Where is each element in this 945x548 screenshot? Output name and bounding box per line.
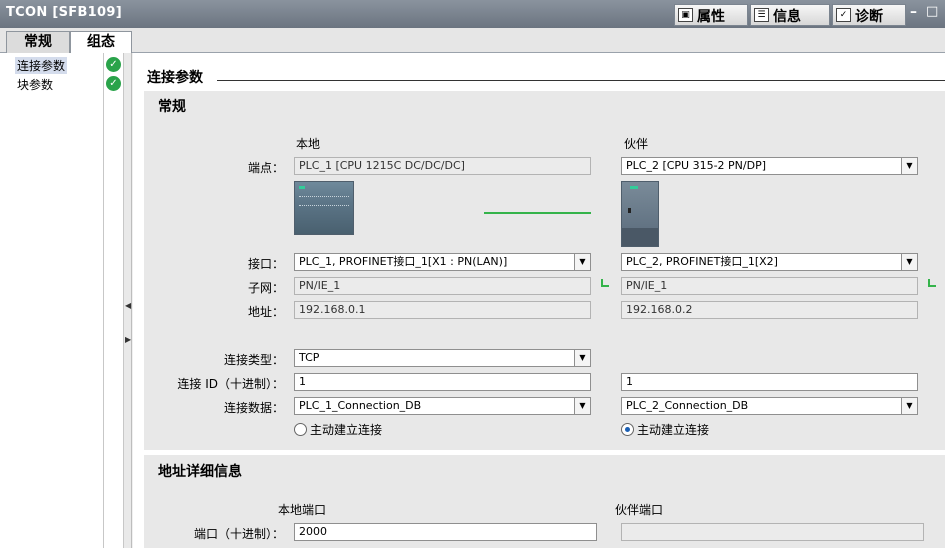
local-interface-value: PLC_1, PROFINET接口_1[X1 : PN(LAN)] <box>299 255 508 268</box>
diagnostics-icon: ✓ <box>836 8 851 22</box>
plc1-device-image <box>294 181 354 235</box>
chevron-down-icon[interactable]: ▼ <box>574 398 590 414</box>
title-bar: TCON [SFB109] ▣ 属性 ☰ 信息 i ✓ 诊断 – □ <box>0 0 945 42</box>
expand-right-icon[interactable]: ▶ <box>125 335 131 344</box>
endpoint-label: 端点： <box>247 161 284 175</box>
partner-port-header: 伙伴端口 <box>615 503 664 517</box>
tab-general[interactable]: 常规 <box>6 31 70 53</box>
general-group-title: 常规 <box>158 99 186 115</box>
nav-item-connection-params[interactable]: 连接参数 <box>15 57 68 74</box>
local-subnet-field: PN/IE_1 <box>294 277 591 295</box>
local-address-field: 192.168.0.1 <box>294 301 591 319</box>
partner-connection-id-input[interactable]: 1 <box>621 373 918 391</box>
network-port-icon <box>928 279 936 287</box>
collapse-icon[interactable]: – <box>910 4 926 22</box>
radio-unchecked-icon[interactable] <box>294 423 307 436</box>
content-panel: 连接参数 常规 本地 伙伴 端点： PLC_1 [CPU 1215C DC/DC… <box>133 53 945 548</box>
partner-subnet-field: PN/IE_1 <box>621 277 918 295</box>
partner-endpoint-value: PLC_2 [CPU 315-2 PN/DP] <box>626 159 767 172</box>
connection-type-select[interactable]: TCP ▼ <box>294 349 591 367</box>
partner-address-field: 192.168.0.2 <box>621 301 918 319</box>
collapse-left-icon[interactable]: ◀ <box>125 301 131 310</box>
plc2-device-image <box>621 181 659 247</box>
tab-properties-label: 属性 <box>697 9 725 25</box>
tab-info-label: 信息 <box>773 9 801 25</box>
partner-connection-data-value: PLC_2_Connection_DB <box>626 399 749 412</box>
tab-configuration[interactable]: 组态 <box>70 31 132 54</box>
tab-properties[interactable]: ▣ 属性 <box>674 4 748 26</box>
ok-check-icon: ✓ <box>106 76 121 91</box>
local-header: 本地 <box>296 137 321 151</box>
address-details-title: 地址详细信息 <box>158 464 242 480</box>
section-tab-row: 常规 组态 <box>0 28 945 54</box>
local-active-connection-radio[interactable]: 主动建立连接 <box>294 421 382 438</box>
properties-icon: ▣ <box>678 8 693 22</box>
partner-interface-select[interactable]: PLC_2, PROFINET接口_1[X2] ▼ <box>621 253 918 271</box>
info-tab-icon: ☰ <box>754 8 769 22</box>
tab-diagnostics-label: 诊断 <box>855 9 883 25</box>
tab-info[interactable]: ☰ 信息 i <box>750 4 830 42</box>
address-details-group: 地址详细信息 本地端口 伙伴端口 端口（十进制）： 2000 <box>144 455 945 548</box>
navigation-tree: 连接参数 块参数 <box>0 53 104 548</box>
local-interface-select[interactable]: PLC_1, PROFINET接口_1[X1 : PN(LAN)] ▼ <box>294 253 591 271</box>
local-connection-data-select[interactable]: PLC_1_Connection_DB ▼ <box>294 397 591 415</box>
radio-checked-icon[interactable] <box>621 423 634 436</box>
connection-id-label: 连接 ID（十进制）： <box>177 377 284 391</box>
chevron-down-icon[interactable]: ▼ <box>901 398 917 414</box>
nav-item-block-params[interactable]: 块参数 <box>17 76 53 93</box>
local-endpoint-field: PLC_1 [CPU 1215C DC/DC/DC] <box>294 157 591 175</box>
panel-splitter[interactable]: ◀ ▶ <box>124 53 132 548</box>
partner-active-connection-label: 主动建立连接 <box>637 423 710 437</box>
connection-type-value: TCP <box>299 351 320 364</box>
partner-connection-data-select[interactable]: PLC_2_Connection_DB ▼ <box>621 397 918 415</box>
ok-check-icon: ✓ <box>106 57 121 72</box>
partner-interface-value: PLC_2, PROFINET接口_1[X2] <box>626 255 778 268</box>
page-title: 连接参数 <box>147 70 203 86</box>
partner-header: 伙伴 <box>624 137 649 151</box>
chevron-down-icon[interactable]: ▼ <box>574 254 590 270</box>
tab-diagnostics[interactable]: ✓ 诊断 <box>832 4 906 26</box>
local-active-connection-label: 主动建立连接 <box>310 423 383 437</box>
partner-port-field <box>621 523 924 541</box>
interface-label: 接口： <box>247 257 284 271</box>
local-connection-id-input[interactable]: 1 <box>294 373 591 391</box>
general-group: 常规 本地 伙伴 端点： PLC_1 [CPU 1215C DC/DC/DC] … <box>144 91 945 450</box>
navigation-status-column: ✓ ✓ <box>104 53 124 548</box>
chevron-down-icon[interactable]: ▼ <box>901 254 917 270</box>
title-divider <box>217 80 945 81</box>
local-port-input[interactable]: 2000 <box>294 523 597 541</box>
connection-data-label: 连接数据： <box>223 401 284 415</box>
local-port-header: 本地端口 <box>278 503 327 517</box>
chevron-down-icon[interactable]: ▼ <box>574 350 590 366</box>
partner-endpoint-select[interactable]: PLC_2 [CPU 315-2 PN/DP] ▼ <box>621 157 918 175</box>
port-label: 端口（十进制）： <box>193 527 284 541</box>
address-label: 地址： <box>247 305 284 319</box>
float-window-icon[interactable]: □ <box>926 4 942 22</box>
window-title: TCON [SFB109] <box>6 5 122 20</box>
connection-type-label: 连接类型： <box>223 353 284 367</box>
chevron-down-icon[interactable]: ▼ <box>901 158 917 174</box>
partner-active-connection-radio[interactable]: 主动建立连接 <box>621 421 709 438</box>
connection-line <box>484 212 591 214</box>
local-connection-data-value: PLC_1_Connection_DB <box>299 399 422 412</box>
network-port-icon <box>601 279 609 287</box>
subnet-label: 子网： <box>247 281 284 295</box>
